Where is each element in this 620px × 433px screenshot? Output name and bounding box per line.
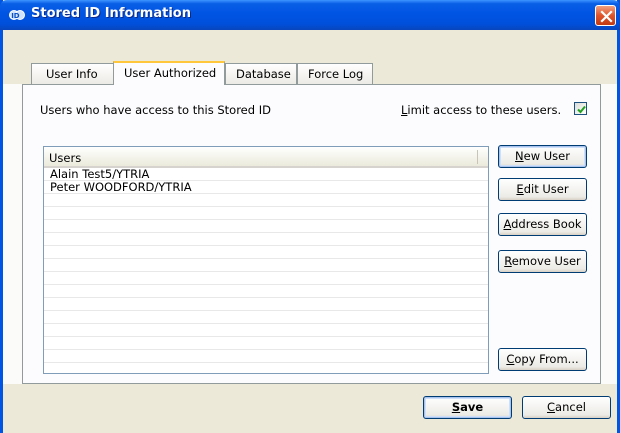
list-rows: Alain Test5/YTRIA Peter WOODFORD/YTRIA: [44, 168, 488, 363]
empty-row: [44, 350, 488, 363]
tab-user-authorized[interactable]: User Authorized: [113, 61, 225, 85]
button-label: ddress Book: [511, 217, 582, 231]
empty-row: [44, 194, 488, 207]
close-button[interactable]: [595, 5, 616, 26]
tab-force-log[interactable]: Force Log: [297, 63, 373, 84]
tab-label: Database: [236, 67, 291, 81]
limit-access-checkbox[interactable]: [574, 102, 587, 115]
empty-row: [44, 246, 488, 259]
empty-row: [44, 272, 488, 285]
button-label: emove User: [511, 254, 581, 268]
empty-row: [44, 311, 488, 324]
remove-user-button[interactable]: Remove User: [498, 250, 587, 273]
tab-strip: User Info User Authorized Database Force…: [3, 61, 375, 85]
checkmark-icon: [577, 105, 586, 114]
tab-user-info[interactable]: User Info: [31, 63, 117, 84]
empty-row: [44, 233, 488, 246]
tab-database[interactable]: Database: [225, 63, 297, 84]
button-label: ew User: [523, 149, 570, 163]
tab-label: Force Log: [308, 67, 364, 81]
list-item[interactable]: Peter WOODFORD/YTRIA: [44, 181, 488, 194]
window-title: Stored ID Information: [31, 6, 191, 21]
empty-row: [44, 259, 488, 272]
copy-from-button[interactable]: Copy From...: [498, 348, 587, 371]
limit-access-label[interactable]: Limit access to these users.: [401, 103, 561, 117]
access-description: Users who have access to this Stored ID: [40, 103, 271, 117]
users-column-header[interactable]: Users: [44, 147, 488, 168]
empty-row: [44, 220, 488, 233]
column-separator: [477, 150, 478, 164]
empty-row: [44, 324, 488, 337]
dialog-window: ID Stored ID Information User Info User …: [0, 0, 620, 433]
address-book-button[interactable]: Address Book: [498, 213, 587, 236]
new-user-button[interactable]: New User: [498, 145, 587, 168]
empty-row: [44, 337, 488, 350]
stored-id-icon: ID: [9, 10, 25, 20]
button-label: ave: [460, 400, 484, 414]
accel-char: C: [547, 400, 556, 414]
save-button[interactable]: Save: [423, 396, 512, 419]
svg-text:ID: ID: [11, 12, 20, 20]
cancel-button[interactable]: Cancel: [522, 396, 611, 419]
empty-row: [44, 285, 488, 298]
tab-label: User Info: [46, 67, 98, 81]
empty-row: [44, 298, 488, 311]
accel-char: A: [503, 217, 512, 231]
button-label: ancel: [555, 400, 586, 414]
accel-char: R: [504, 254, 512, 268]
users-list[interactable]: Users Alain Test5/YTRIA Peter WOODFORD/Y…: [43, 146, 489, 374]
accel-char: N: [515, 149, 524, 163]
title-bar[interactable]: ID Stored ID Information: [0, 0, 620, 30]
accel-char: E: [516, 182, 524, 196]
column-header-label: Users: [49, 151, 82, 165]
button-label: dit User: [523, 182, 569, 196]
edit-user-button[interactable]: Edit User: [498, 178, 587, 201]
empty-row: [44, 207, 488, 220]
tab-label: User Authorized: [124, 66, 217, 80]
accel-char: S: [451, 400, 461, 414]
label-text: imit access to these users.: [407, 103, 562, 117]
button-label: opy From...: [514, 352, 579, 366]
close-icon: [600, 10, 613, 23]
